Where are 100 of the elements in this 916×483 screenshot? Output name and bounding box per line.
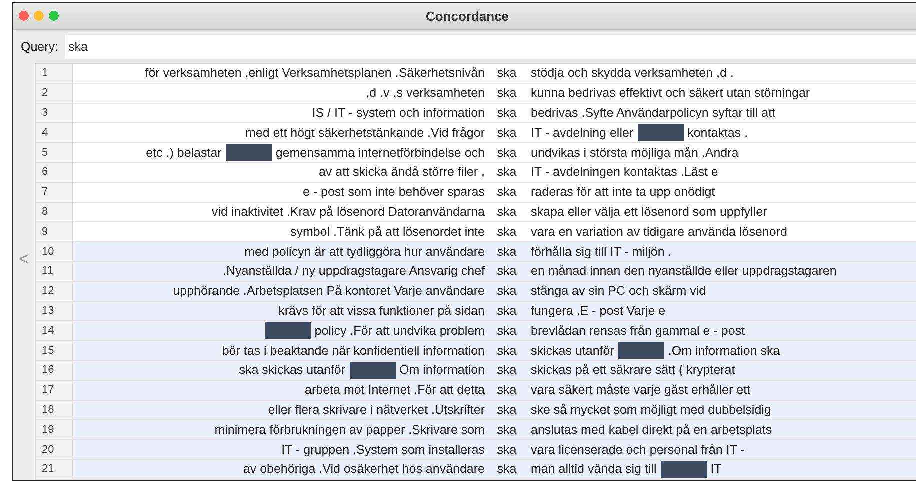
left-context-text: av att skicka ändå större filer ,	[318, 165, 485, 180]
table-row[interactable]: 13 krävs för att vissa funktioner på sidan ska fungera .E - post Varje e	[36, 302, 916, 322]
left-context-text: krävs för att vissa funktioner på sidan	[278, 304, 485, 318]
row-number: 8	[36, 202, 73, 222]
right-context-text: förhålla sig till IT - miljön .	[531, 244, 672, 259]
row-number: 4	[36, 123, 73, 142]
row-number: 18	[36, 400, 73, 420]
right-context-text: IT - avdelning eller	[531, 126, 634, 140]
left-context-text: policy .För att undvika problem	[314, 324, 485, 338]
keyword-text: ska	[496, 344, 518, 358]
table-row[interactable]: 5 etc .) belastar gemensamma internetförbindelse och ska undvikas i största möjliga mån .Andra	[36, 143, 916, 163]
left-context-text: arbeta mot Internet .För att detta	[305, 383, 485, 398]
right-context-text: undvikas i största möjliga mån .Andra	[531, 146, 739, 160]
keyword-text: ska	[496, 422, 518, 437]
keyword-text: ska	[496, 304, 518, 318]
query-field[interactable]: ska	[64, 34, 916, 58]
row-number: 9	[36, 222, 73, 242]
left-context-text: för verksamheten ,enligt Verksamhetsplanen .Säkerhetsnivån	[145, 66, 485, 80]
row-number: 13	[36, 302, 73, 320]
redaction-block	[618, 342, 664, 360]
keyword-text: ska	[496, 66, 518, 80]
keyword-text: ska	[496, 264, 518, 278]
keyword-text: ska	[496, 462, 518, 476]
minimize-button[interactable]	[34, 11, 44, 21]
left-context-text: e - post som inte behöver sparas	[302, 185, 485, 200]
redaction-block	[264, 322, 311, 340]
table-row[interactable]: 14 policy .För att undvika problem ska brevlådan rensas från gammal e - post	[36, 321, 916, 342]
left-context-text: ,d .v .s verksamheten	[366, 86, 485, 100]
table-row[interactable]: 19 minimera förbrukningen av papper .Skrivare som ska anslutas med kabel direkt på en arbetsplats	[36, 420, 916, 440]
keyword-text: ska	[496, 126, 518, 140]
table-row[interactable]: 12 upphörande .Arbetsplatsen På kontoret Varje användare ska stänga av sin PC och skärm vid	[36, 282, 916, 302]
right-context-text: bedrivas .Syfte Användarpolicyn syftar till att	[531, 106, 776, 120]
table-row[interactable]: 3 IS / IT - system och information ska bedrivas .Syfte Användarpolicyn syftar till att	[36, 104, 916, 124]
row-number: 7	[36, 182, 73, 202]
left-context-text: med policyn är att tydliggöra hur användare	[244, 244, 485, 259]
row-number: 1	[36, 64, 73, 83]
left-context-text: bör tas i beaktande när konfidentiell information	[222, 344, 485, 358]
left-context-text: symbol .Tänk på att lösenordet inte	[290, 224, 485, 239]
zoom-button[interactable]	[49, 11, 59, 21]
table-row[interactable]: 1 för verksamheten ,enligt Verksamhetsplanen .Säkerhetsnivån ska stödja och skydda verksamheten ,d .	[36, 64, 916, 84]
keyword-text: ska	[496, 324, 518, 338]
keyword-text: ska	[496, 204, 518, 219]
left-context-text: vid inaktivitet .Krav på lösenord Datoranvändarna	[212, 204, 485, 219]
left-context-text: minimera förbrukningen av papper .Skrivare som	[214, 422, 485, 437]
row-number: 21	[36, 460, 73, 479]
table-row[interactable]: 8 vid inaktivitet .Krav på lösenord Datoranvändarna ska skapa eller välja ett lösenord som uppfyller	[36, 202, 916, 222]
right-context-text: stänga av sin PC och skärm vid	[531, 284, 706, 298]
keyword-text: ska	[496, 284, 518, 298]
table-row[interactable]: 17 arbeta mot Internet .För att detta ska vara säkert måste varje gäst erhåller ett	[36, 380, 916, 401]
right-context-text: raderas för att inte ta upp onödigt	[531, 185, 716, 200]
right-context-text: vara licenserade och personal från IT -	[531, 442, 745, 457]
table-row[interactable]: 16 ska skickas utanför Om information ska skickas på ett säkrare sätt ( krypterat	[36, 360, 916, 381]
table-row[interactable]: 20 IT - gruppen .System som installeras ska vara licenserade och personal från IT -	[36, 440, 916, 460]
right-context-text: kontaktas .	[688, 126, 748, 140]
right-context-text: anslutas med kabel direkt på en arbetsplats	[531, 422, 772, 437]
keyword-text: ska	[496, 402, 518, 417]
right-context-text: skickas på ett säkrare sätt ( krypterat	[531, 363, 736, 378]
table-row[interactable]: 7 e - post som inte behöver sparas ska raderas för att inte ta upp onödigt	[36, 182, 916, 203]
left-context-text: IT - gruppen .System som installeras	[282, 442, 485, 457]
keyword-text: ska	[496, 106, 518, 120]
table-row[interactable]: 11 .Nyanställda / ny uppdragstagare Ansvarig chef ska en månad innan den nyanställde eller uppdragstagaren	[36, 262, 916, 282]
window-title: Concordance	[426, 8, 510, 24]
keyword-text: ska	[496, 244, 518, 259]
redaction-block	[350, 362, 396, 379]
row-number: 20	[36, 440, 73, 459]
row-number: 12	[36, 282, 73, 301]
redaction-block	[660, 460, 707, 478]
right-context-text: brevlådan rensas från gammal e - post	[531, 324, 745, 338]
right-context-text: IT - avdelningen kontaktas .Läst e	[531, 165, 718, 180]
right-context-text: man alltid vända sig till	[531, 462, 657, 476]
row-number: 3	[36, 104, 73, 122]
table-row[interactable]: 6 av att skicka ändå större filer , ska IT - avdelningen kontaktas .Läst e	[36, 162, 916, 183]
row-number: 14	[36, 321, 73, 340]
table-row[interactable]: 15 bör tas i beaktande när konfidentiell information ska skickas utanför .Om information ska	[36, 341, 916, 361]
row-number: 2	[36, 84, 73, 103]
close-button[interactable]	[19, 11, 29, 21]
table-row[interactable]: 2 ,d .v .s verksamheten ska kunna bedrivas effektivt och säkert utan störningar	[36, 84, 916, 104]
right-context-text: skapa eller välja ett lösenord som uppfyller	[531, 204, 768, 219]
redaction-block	[226, 144, 272, 162]
right-context-text: vara en variation av tidigare använda lösenord	[531, 224, 788, 239]
left-context-text: Om information	[400, 363, 485, 378]
row-number: 5	[36, 143, 73, 162]
row-number: 15	[36, 341, 73, 360]
table-row[interactable]: 10 med policyn är att tydliggöra hur användare ska förhålla sig till IT - miljön .	[36, 242, 916, 262]
right-context-text: ske så mycket som möjligt med dubbelsidig	[531, 402, 772, 417]
right-context-text: en månad innan den nyanställde eller uppdragstagaren	[531, 264, 837, 278]
table-row[interactable]: 4 med ett högt säkerhetstänkande .Vid frågor ska IT - avdelning eller kontaktas .	[36, 123, 916, 144]
table-row[interactable]: 9 symbol .Tänk på att lösenordet inte ska vara en variation av tidigare använda lösenord	[36, 222, 916, 242]
left-context-text: med ett högt säkerhetstänkande .Vid frågor	[245, 126, 485, 140]
table-row[interactable]: 21 av obehöriga .Vid osäkerhet hos användare ska man alltid vända sig till IT	[36, 460, 916, 480]
row-number: 6	[36, 162, 73, 182]
right-context-text: .Om information ska	[668, 344, 780, 358]
right-context-text: stödja och skydda verksamheten ,d .	[531, 66, 734, 80]
query-label: Query:	[21, 40, 59, 54]
right-context-text: IT	[710, 462, 722, 476]
row-number: 17	[36, 380, 73, 400]
left-context-text: etc .) belastar	[146, 146, 222, 160]
keyword-text: ska	[496, 185, 518, 200]
table-row[interactable]: 18 eller flera skrivare i nätverket .Utskrifter ska ske så mycket som möjligt med dubbelsidig	[36, 400, 916, 420]
right-context-text: fungera .E - post Varje e	[531, 304, 666, 318]
